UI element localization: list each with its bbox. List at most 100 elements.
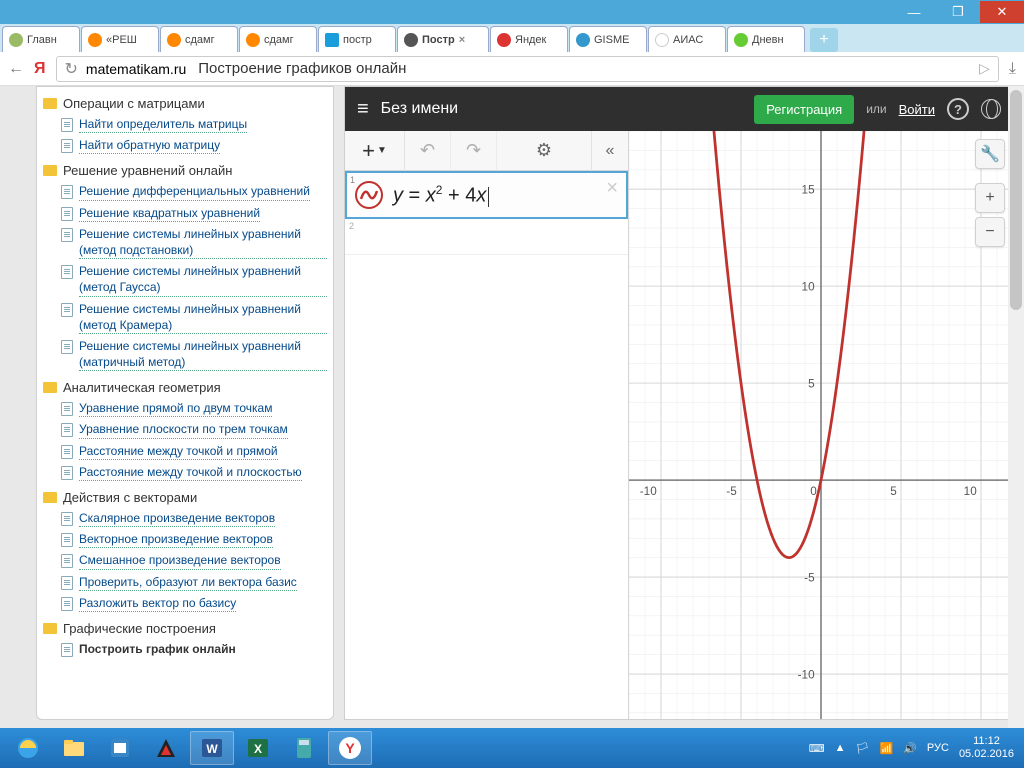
yandex-icon[interactable]: Я [34,60,46,78]
sidebar-link[interactable]: Найти определитель матрицы [79,116,247,133]
sidebar-link[interactable]: Скалярное произведение векторов [79,510,275,527]
tray-volume-icon[interactable]: 🔊 [903,742,917,755]
redo-button[interactable]: ↷ [451,131,497,171]
taskbar-explorer[interactable] [52,731,96,765]
tray-up-icon[interactable]: ▲ [835,742,846,754]
url-domain: matematikam.ru [86,61,186,77]
graph-settings-icon[interactable]: 🔧 [975,139,1005,169]
tray-network-icon[interactable]: 📶 [880,742,894,755]
doc-icon [61,340,73,354]
register-button[interactable]: Регистрация [754,95,854,124]
doc-icon [61,118,73,132]
tab-2[interactable]: сдамг [160,26,238,52]
url-bookmark-icon[interactable]: ▷ [979,60,990,77]
expression-row-1[interactable]: 1 y = x2 + 4x × [345,171,628,219]
expr-index: 2 [349,221,354,231]
window-minimize[interactable]: — [892,1,936,23]
svg-text:15: 15 [802,183,816,196]
expr-formula[interactable]: y = x2 + 4x [393,183,489,208]
add-expr-button[interactable]: +▼ [345,131,405,171]
windows-taskbar: W X Y ⌨ ▲ 🏳 📶 🔊 РУС 11:12 05.02.2016 [0,728,1024,768]
sidebar-link[interactable]: Решение системы линейных уравнений (мето… [79,263,327,296]
tray-clock[interactable]: 11:12 05.02.2016 [959,735,1014,761]
sidebar-group-vectors[interactable]: Действия с векторами [43,487,327,508]
folder-icon [43,165,57,176]
back-button[interactable]: ← [8,60,24,78]
sidebar-link[interactable]: Найти обратную матрицу [79,137,220,154]
svg-text:-10: -10 [798,668,815,681]
sidebar-link[interactable]: Решение дифференциальных уравнений [79,183,310,200]
sidebar-group-equations[interactable]: Решение уравнений онлайн [43,160,327,181]
tab-0[interactable]: Главн [2,26,80,52]
window-close[interactable]: ✕ [980,1,1024,23]
tab-5[interactable]: Постр× [397,26,489,52]
refresh-icon[interactable]: ↻ [65,59,78,79]
expr-index: 1 [350,175,355,185]
expression-panel: +▼ ↶ ↷ ⚙ « 1 y = x2 + 4x × [345,131,629,719]
taskbar-ie[interactable] [6,731,50,765]
tab-1[interactable]: «РЕШ [81,26,159,52]
sidebar-link[interactable]: Решение системы линейных уравнений (мето… [79,301,327,334]
sidebar-group-graphics[interactable]: Графические построения [43,618,327,639]
graph-app: ≡ Без имени Регистрация или Войти ? +▼ ↶… [344,86,1014,720]
new-tab-button[interactable]: + [810,28,838,52]
tab-8[interactable]: АИАС [648,26,726,52]
site-sidebar: Операции с матрицами Найти определитель … [36,86,334,720]
tab-6[interactable]: Яндек [490,26,568,52]
menu-icon[interactable]: ≡ [357,98,369,121]
settings-button[interactable]: ⚙ [497,131,592,171]
tab-9[interactable]: Дневн [727,26,805,52]
sidebar-group-geometry[interactable]: Аналитическая геометрия [43,377,327,398]
tray-language[interactable]: РУС [927,742,949,754]
svg-text:5: 5 [890,485,897,498]
zoom-in-button[interactable]: + [975,183,1005,213]
url-field[interactable]: ↻ matematikam.ru Построение графиков онл… [56,56,999,82]
taskbar-app3[interactable] [98,731,142,765]
taskbar-yandex[interactable]: Y [328,731,372,765]
page-scrollbar[interactable] [1008,86,1024,728]
window-maximize[interactable]: ❐ [936,1,980,23]
svg-text:-10: -10 [640,485,657,498]
collapse-panel-button[interactable]: « [592,131,628,171]
sidebar-link[interactable]: Векторное произведение векторов [79,531,273,548]
tab-close-icon[interactable]: × [459,34,465,46]
downloads-icon[interactable]: ⤓ [1009,60,1016,78]
sidebar-link[interactable]: Решение квадратных уравнений [79,205,260,222]
tab-3[interactable]: сдамг [239,26,317,52]
doc-icon [61,423,73,437]
expression-row-2[interactable]: 2 [345,219,628,255]
sidebar-link[interactable]: Разложить вектор по базису [79,595,236,612]
sidebar-link[interactable]: Решение системы линейных уравнений (мето… [79,226,327,259]
doc-icon [61,512,73,526]
taskbar-word[interactable]: W [190,731,234,765]
expr-color-badge[interactable] [355,181,383,209]
sidebar-link[interactable]: Смешанное произведение векторов [79,552,281,569]
sidebar-link[interactable]: Расстояние между точкой и прямой [79,443,278,460]
sidebar-link[interactable]: Решение системы линейных уравнений (матр… [79,338,327,371]
sidebar-link[interactable]: Расстояние между точкой и плоскостью [79,464,302,481]
sidebar-group-matrices[interactable]: Операции с матрицами [43,93,327,114]
folder-icon [43,492,57,503]
sidebar-link[interactable]: Уравнение прямой по двум точкам [79,400,272,417]
graph-canvas[interactable]: -10-50510-10-551015 🔧 + − [629,131,1013,719]
taskbar-app4[interactable] [144,731,188,765]
taskbar-excel[interactable]: X [236,731,280,765]
taskbar-calc[interactable] [282,731,326,765]
tab-4[interactable]: постр [318,26,396,52]
delete-expr-icon[interactable]: × [606,177,618,200]
tray-flag-icon[interactable]: 🏳 [856,742,870,755]
doc-icon [61,576,73,590]
sidebar-link-current[interactable]: Построить график онлайн [79,641,236,657]
login-link[interactable]: Войти [899,102,935,117]
tray-keyboard-icon[interactable]: ⌨ [809,742,825,755]
doc-icon [61,643,73,657]
undo-button[interactable]: ↶ [405,131,451,171]
zoom-out-button[interactable]: − [975,217,1005,247]
address-bar: ← Я ↻ matematikam.ru Построение графиков… [0,52,1024,86]
language-icon[interactable] [981,99,1001,119]
tab-7[interactable]: GISME [569,26,647,52]
help-icon[interactable]: ? [947,98,969,120]
sidebar-link[interactable]: Проверить, образуют ли вектора базис [79,574,297,591]
doc-icon [61,139,73,153]
sidebar-link[interactable]: Уравнение плоскости по трем точкам [79,421,288,438]
